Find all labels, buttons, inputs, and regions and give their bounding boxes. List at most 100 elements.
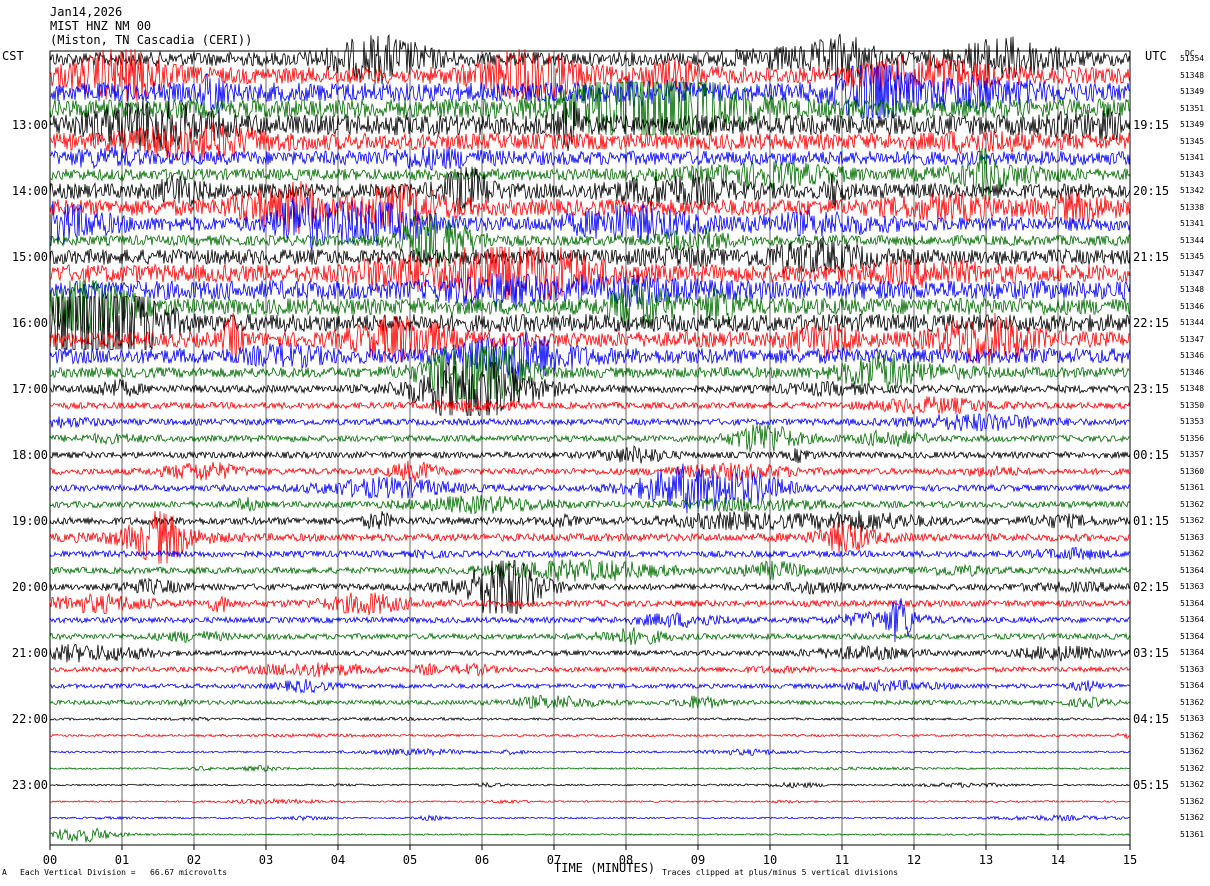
dc-offset-value: 51362 [1180,697,1205,707]
seismic-trace-45 [49,781,1131,789]
dc-offset-value: 51363 [1180,664,1205,674]
dc-offset-value: 51362 [1180,730,1205,740]
seismic-trace-36 [49,627,1131,646]
dc-offset-value: 51348 [1180,384,1205,393]
seismic-trace-42 [49,732,1131,740]
dc-offset-value: 51341 [1180,153,1205,162]
dc-offset-value: 51346 [1180,301,1205,311]
cst-hour-label: 22:00 [11,712,48,726]
x-axis-title: TIME (MINUTES) [554,861,656,875]
seismic-trace-48 [49,827,1131,843]
cst-hour-label: 23:00 [11,778,48,792]
x-tick-label: 02 [186,853,202,867]
utc-hour-label: 02:15 [1133,580,1170,594]
seismic-trace-23 [49,413,1131,432]
x-tick-label: 05 [402,853,418,867]
seismic-trace-25 [49,445,1131,464]
seismic-trace-46 [49,797,1131,806]
dc-offset-value: 51364 [1180,631,1205,641]
dc-offset-value: 51354 [1180,54,1205,63]
dc-offset-value: 51363 [1180,532,1205,542]
dc-offset-value: 51362 [1180,549,1205,558]
dc-offset-value: 51350 [1180,400,1205,410]
x-tick-label: 11 [834,853,850,867]
x-tick-label: 15 [1122,853,1138,867]
cst-hour-label: 15:00 [11,250,48,264]
dc-offset-value: 51342 [1180,186,1205,195]
dc-offset-value: 51364 [1180,681,1205,690]
dc-offset-value: 51349 [1180,87,1205,96]
dc-offset-value: 51345 [1180,252,1205,261]
utc-hour-label: 20:15 [1133,184,1170,198]
cst-hour-label: 20:00 [11,580,48,594]
seismic-trace-37 [49,643,1131,663]
cst-hour-label: 14:00 [11,184,48,198]
dc-offset-value: 51338 [1180,202,1205,212]
seismic-trace-28 [49,495,1131,515]
seismic-traces [49,33,1131,843]
scale-note: Each Vertical Division = 66.67 microvolt… [20,868,228,877]
dc-offset-value: 51364 [1180,565,1205,575]
dc-offset-value: 51346 [1180,351,1205,360]
dc-offset-value: 51356 [1180,433,1205,443]
seismic-trace-32 [49,559,1131,582]
utc-hour-label: 21:15 [1133,250,1170,264]
seismic-trace-43 [49,747,1131,757]
seismic-trace-41 [49,716,1130,722]
dc-offset-value: 51347 [1180,268,1205,278]
dc-offset-value: 51362 [1180,747,1205,756]
dc-offset-value: 51348 [1180,70,1205,80]
dc-offset-value: 51364 [1180,598,1205,608]
dc-offset-value: 51363 [1180,582,1205,591]
utc-hour-label: 03:15 [1133,646,1170,660]
seismic-trace-31 [49,546,1131,561]
seismic-trace-26 [49,460,1131,483]
x-tick-label: 06 [474,853,490,867]
dc-offset-value: 51362 [1180,516,1205,525]
cst-hour-label: 19:00 [11,514,48,528]
dc-offset-value: 51364 [1180,648,1205,657]
helicorder-plot [49,33,1131,850]
seismic-trace-40 [49,694,1131,710]
seismic-trace-33 [49,560,1131,614]
utc-hour-label: 00:15 [1133,448,1170,462]
x-tick-label: 04 [330,853,346,867]
dc-offset-value: 51361 [1180,829,1205,839]
utc-hour-label: 05:15 [1133,778,1170,792]
dc-offset-value: 51346 [1180,367,1205,377]
corner-mark: A [2,868,7,877]
utc-hour-label: 19:15 [1133,118,1170,132]
seismic-trace-34 [49,592,1131,615]
seismic-trace-29 [49,510,1131,532]
seismic-trace-47 [49,814,1131,823]
x-tick-label: 10 [762,853,778,867]
dc-offset-value: 51344 [1180,235,1205,245]
seismic-trace-44 [49,764,1131,773]
seismic-trace-39 [49,678,1131,695]
dc-offset-value: 51351 [1180,103,1205,113]
x-tick-label: 03 [258,853,274,867]
cst-hour-label: 16:00 [11,316,48,330]
dc-offset-value: 51353 [1180,417,1205,426]
seismic-trace-24 [49,424,1131,452]
dc-offset-value: 51347 [1180,334,1205,344]
x-tick-label: 09 [690,853,706,867]
cst-hour-label: 18:00 [11,448,48,462]
dc-offset-value: 51345 [1180,136,1205,146]
dc-offset-value: 51363 [1180,714,1205,723]
x-tick-label: 13 [978,853,994,867]
seismic-trace-38 [49,662,1131,678]
dc-offset-value: 51362 [1180,780,1205,789]
seismic-trace-22 [49,396,1131,415]
x-tick-label: 00 [42,853,58,867]
dc-offset-value: 51341 [1180,219,1205,228]
seismic-trace-11 [49,197,1131,251]
seismic-trace-7 [49,146,1131,171]
dc-offset-value: 51349 [1180,120,1205,129]
dc-offset-value: 51364 [1180,615,1205,624]
clip-note: Traces clipped at plus/minus 5 vertical … [662,868,899,877]
utc-hour-label: 04:15 [1133,712,1170,726]
utc-hour-label: 23:15 [1133,382,1170,396]
dc-offset-value: 51344 [1180,318,1205,327]
dc-offset-value: 51361 [1180,483,1205,492]
